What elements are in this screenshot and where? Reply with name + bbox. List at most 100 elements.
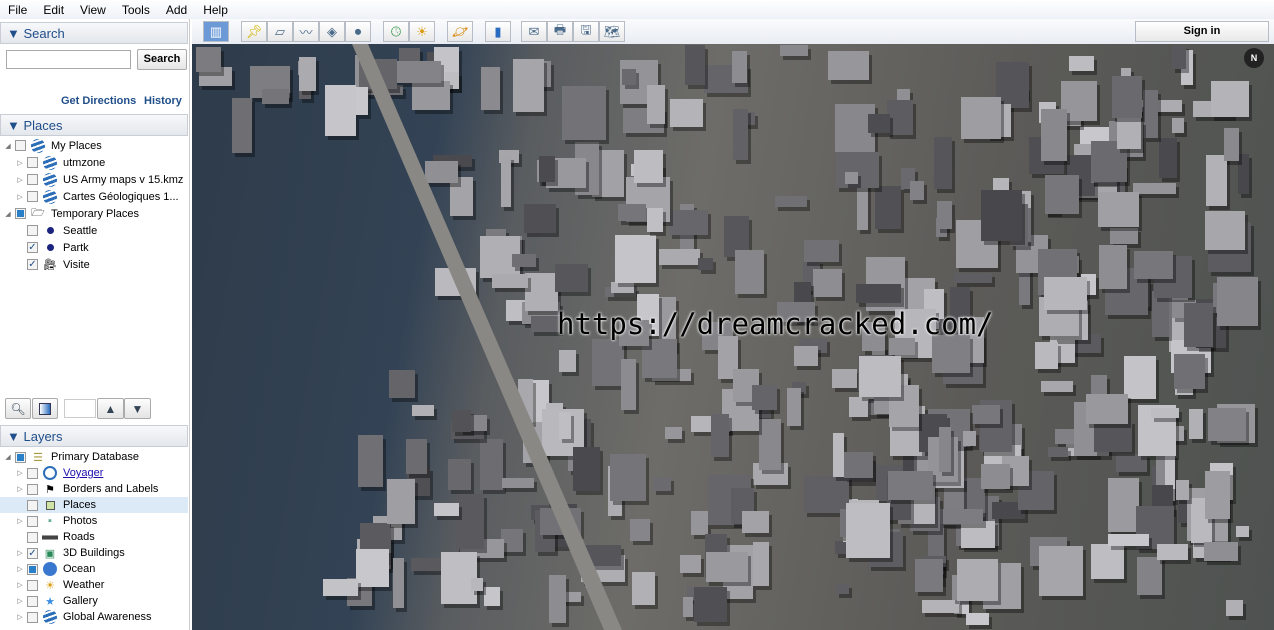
checkbox[interactable]: ✓ [27,242,38,253]
tree-item-gallery[interactable]: ▷ ★ Gallery [0,593,188,609]
map-building [1206,155,1227,206]
compass-icon[interactable]: N [1244,48,1264,68]
map-building [1133,183,1176,195]
history-link[interactable]: History [144,95,182,107]
tree-item-visite[interactable]: ✓ 🎥︎ Visite [0,256,188,273]
search-header[interactable]: ▼ Search [0,22,188,44]
print-button[interactable]: 🖶 [547,21,573,42]
tree-item-label: Places [63,499,97,511]
tree-item-photos[interactable]: ▷ ▪ Photos [0,513,188,529]
checkbox[interactable] [27,157,38,168]
tree-item-borders-and-labels[interactable]: ▷ ⚑ Borders and Labels [0,481,188,497]
checkbox[interactable] [27,499,38,511]
layers-header[interactable]: ▼ Layers [0,425,188,447]
ruler-button[interactable]: ▮ [485,21,511,42]
menu-file[interactable]: File [0,3,35,17]
save-image-button[interactable]: 🖫 [573,21,599,42]
search-button[interactable]: Search [137,49,187,70]
tree-item-3d-buildings[interactable]: ▷ ✓ ▣ 3D Buildings [0,545,188,561]
checkbox[interactable] [15,140,26,151]
add-image-overlay-button[interactable]: ◈ [319,21,345,42]
add-polygon-button[interactable]: ▱ [267,21,293,42]
expand-toggle[interactable]: ▷ [16,517,24,525]
tree-item-places[interactable]: Places [0,497,188,513]
email-button[interactable]: ✉ [521,21,547,42]
map-building [610,282,635,293]
checkbox[interactable] [27,467,38,479]
tree-item-voyager[interactable]: ▷ Voyager [0,465,188,481]
checkbox[interactable] [15,451,26,463]
tree-item-global-awareness[interactable]: ▷ Global Awareness [0,609,188,625]
map-building [921,599,959,613]
menu-add[interactable]: Add [158,3,195,17]
map-building [500,155,511,207]
map-building [858,355,902,397]
checkbox[interactable] [27,595,38,607]
menu-view[interactable]: View [72,3,114,17]
map-building [1041,381,1074,393]
menu-help[interactable]: Help [195,3,236,17]
expand-toggle[interactable]: ▷ [16,485,24,493]
search-places-button[interactable]: 🔍︎ [5,398,31,419]
checkbox[interactable] [27,191,38,202]
places-filter-input[interactable] [64,399,96,418]
checkbox[interactable]: ✓ [27,259,38,270]
checkbox[interactable] [27,563,38,575]
checkbox[interactable] [27,611,38,623]
search-input[interactable] [6,50,131,69]
checkbox[interactable] [27,483,38,495]
menu-tools[interactable]: Tools [114,3,158,17]
map-view[interactable]: https://dreamcracked.com/ N [192,44,1274,630]
historical-imagery-button[interactable]: 🕓︎ [383,21,409,42]
expand-toggle[interactable]: ▷ [16,597,24,605]
checkbox[interactable] [27,531,38,543]
tree-item-partk[interactable]: ✓ Partk [0,239,188,256]
tree-item-weather[interactable]: ▷ ☀ Weather [0,577,188,593]
expand-toggle[interactable]: ◢ [4,142,12,150]
checkbox[interactable] [27,579,38,591]
tree-item-ocean[interactable]: ▷ Ocean [0,561,188,577]
expand-toggle[interactable]: ▷ [16,193,24,201]
planets-button[interactable]: 🪐︎ [447,21,473,42]
tree-item-primary-database[interactable]: ◢ ☰ Primary Database [0,449,188,465]
expand-toggle[interactable]: ▷ [16,549,24,557]
add-placemark-button[interactable]: 📌︎ [241,21,267,42]
map-building [1039,545,1083,596]
checkbox[interactable] [15,208,26,219]
sidebar-toggle-button[interactable]: ▥ [203,21,229,42]
get-directions-link[interactable]: Get Directions [61,95,136,107]
checkbox[interactable] [27,225,38,236]
tree-item-cartes-g-ologiques-1[interactable]: ▷ Cartes Géologiques 1... [0,188,188,205]
expand-toggle[interactable]: ◢ [4,453,12,461]
checkbox[interactable]: ✓ [27,547,38,559]
checkbox[interactable] [27,515,38,527]
menu-edit[interactable]: Edit [35,3,72,17]
magnifier-icon: 🔍︎ [10,401,26,416]
map-building [479,438,503,490]
expand-toggle[interactable]: ▷ [16,469,24,477]
expand-toggle[interactable]: ▷ [16,159,24,167]
expand-toggle[interactable]: ▷ [16,581,24,589]
expand-toggle[interactable]: ▷ [16,613,24,621]
toggle-panel-button[interactable] [32,398,58,419]
expand-toggle[interactable]: ▷ [16,176,24,184]
view-in-maps-button[interactable]: 🗺︎ [599,21,625,42]
expand-toggle[interactable]: ◢ [4,210,12,218]
sunlight-button[interactable]: ☀ [409,21,435,42]
tree-item-my-places[interactable]: ◢ My Places [0,137,188,154]
expand-toggle[interactable]: ▷ [16,565,24,573]
add-path-button[interactable]: 〰 [293,21,319,42]
move-down-button[interactable]: ▼ [124,398,151,419]
record-tour-button[interactable]: ⏺ [345,21,371,42]
tree-item-temporary-places[interactable]: ◢ 🗁︎ Temporary Places [0,205,188,222]
tree-item-seattle[interactable]: Seattle [0,222,188,239]
tree-item-utmzone[interactable]: ▷ utmzone [0,154,188,171]
sign-in-button[interactable]: Sign in [1135,21,1269,42]
checkbox[interactable] [27,174,38,185]
tree-item-label: Seattle [63,224,98,237]
map-building [562,85,606,140]
move-up-button[interactable]: ▲ [97,398,124,419]
places-header[interactable]: ▼ Places [0,114,188,136]
tree-item-roads[interactable]: Roads [0,529,188,545]
tree-item-us-army-maps-v-15-kmz[interactable]: ▷ US Army maps v 15.kmz [0,171,188,188]
